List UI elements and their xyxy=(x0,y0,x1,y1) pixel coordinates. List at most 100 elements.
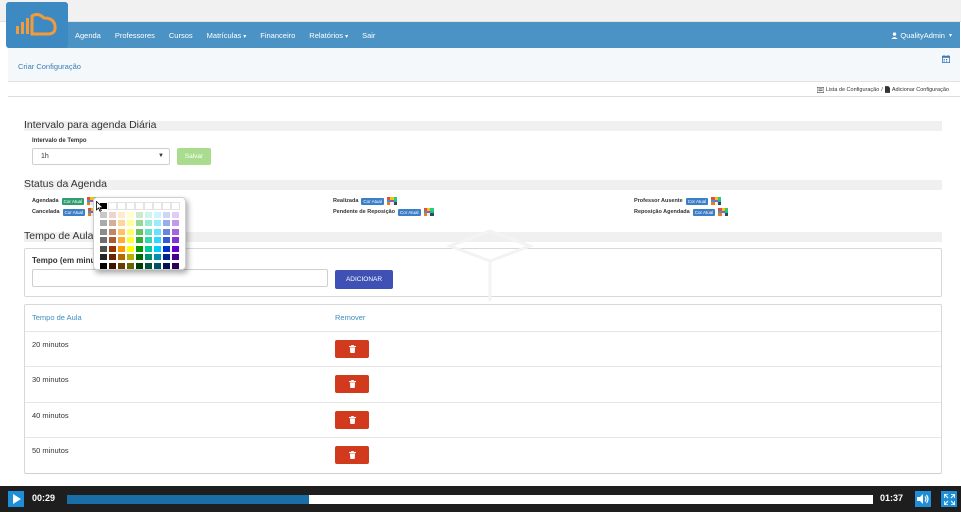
color-swatch[interactable] xyxy=(136,237,143,243)
color-swatch[interactable] xyxy=(100,262,107,269)
color-swatch[interactable] xyxy=(172,237,179,243)
color-swatch[interactable] xyxy=(172,262,179,269)
remove-button[interactable] xyxy=(335,340,369,358)
calendar-icon[interactable] xyxy=(942,55,950,65)
color-swatch[interactable] xyxy=(145,211,152,218)
color-swatch[interactable] xyxy=(127,220,134,226)
nav-item-financeiro[interactable]: Financeiro xyxy=(260,31,295,40)
color-swatch[interactable] xyxy=(136,262,143,269)
remove-button[interactable] xyxy=(335,411,369,429)
color-swatch[interactable] xyxy=(109,262,116,269)
color-swatch[interactable] xyxy=(127,262,134,269)
color-swatch[interactable] xyxy=(145,254,152,260)
color-swatch[interactable] xyxy=(118,220,125,226)
save-button[interactable]: Salvar xyxy=(177,148,211,165)
palette-icon[interactable] xyxy=(386,197,397,205)
color-swatch[interactable] xyxy=(136,245,143,252)
play-button[interactable] xyxy=(8,491,24,507)
fullscreen-button[interactable] xyxy=(941,491,957,507)
color-swatch[interactable] xyxy=(144,202,153,210)
color-swatch[interactable] xyxy=(100,211,107,218)
color-swatch[interactable] xyxy=(118,254,125,260)
user-menu[interactable]: QualityAdmin ▾ xyxy=(891,22,952,48)
color-swatch[interactable] xyxy=(118,245,125,252)
color-swatch[interactable] xyxy=(109,245,116,252)
nav-item-relatorios[interactable]: Relatórios ▾ xyxy=(309,31,348,40)
color-swatch[interactable] xyxy=(136,254,143,260)
color-swatch[interactable] xyxy=(163,211,170,218)
color-swatch[interactable] xyxy=(163,237,170,243)
brand-logo[interactable] xyxy=(6,2,68,48)
color-swatch[interactable] xyxy=(117,202,126,210)
color-swatch[interactable] xyxy=(135,202,144,210)
color-swatch[interactable] xyxy=(145,237,152,243)
color-swatch[interactable] xyxy=(163,254,170,260)
color-swatch[interactable] xyxy=(162,202,171,210)
color-swatch[interactable] xyxy=(127,254,134,260)
nav-item-agenda[interactable]: Agenda xyxy=(75,31,101,40)
color-swatch[interactable] xyxy=(126,202,135,210)
color-swatch[interactable] xyxy=(154,220,161,226)
color-swatch[interactable] xyxy=(163,228,170,235)
seek-bar[interactable] xyxy=(67,495,873,504)
intervalo-select[interactable]: 1h ▼ xyxy=(32,148,170,165)
nav-item-matriculas[interactable]: Matrículas ▾ xyxy=(207,31,247,40)
breadcrumb-list-link[interactable]: Lista de Configuração xyxy=(826,87,880,93)
color-swatch[interactable] xyxy=(127,211,134,218)
nav-item-cursos[interactable]: Cursos xyxy=(169,31,193,40)
color-swatch[interactable] xyxy=(127,245,134,252)
remove-button[interactable] xyxy=(335,375,369,393)
breadcrumb-add-link[interactable]: Adicionar Configuração xyxy=(892,87,949,93)
color-swatch[interactable] xyxy=(109,254,116,260)
nav-item-sair[interactable]: Sair xyxy=(362,31,375,40)
color-swatch[interactable] xyxy=(118,211,125,218)
add-button[interactable]: ADICIONAR xyxy=(335,270,393,289)
color-swatch[interactable] xyxy=(109,220,116,226)
palette-icon[interactable] xyxy=(711,197,722,205)
color-swatch[interactable] xyxy=(118,262,125,269)
color-swatch[interactable] xyxy=(100,220,107,226)
color-swatch[interactable] xyxy=(145,245,152,252)
palette-icon[interactable] xyxy=(423,208,434,216)
color-swatch[interactable] xyxy=(109,228,116,235)
palette-icon[interactable] xyxy=(718,208,729,216)
color-swatch[interactable] xyxy=(145,262,152,269)
color-swatch[interactable] xyxy=(136,211,143,218)
color-swatch[interactable] xyxy=(145,228,152,235)
color-swatch[interactable] xyxy=(172,254,179,260)
color-swatch[interactable] xyxy=(127,237,134,243)
color-swatch[interactable] xyxy=(154,262,161,269)
color-swatch[interactable] xyxy=(172,220,179,226)
color-swatch[interactable] xyxy=(172,228,179,235)
color-swatch[interactable] xyxy=(100,245,107,252)
color-swatch[interactable] xyxy=(153,202,162,210)
color-swatch[interactable] xyxy=(136,228,143,235)
color-swatch[interactable] xyxy=(154,254,161,260)
color-swatch[interactable] xyxy=(154,211,161,218)
color-swatch[interactable] xyxy=(100,228,107,235)
nav-item-professores[interactable]: Professores xyxy=(115,31,155,40)
color-swatch[interactable] xyxy=(171,202,180,210)
color-swatch[interactable] xyxy=(163,262,170,269)
color-swatch[interactable] xyxy=(109,211,116,218)
color-swatch[interactable] xyxy=(163,220,170,226)
color-swatch[interactable] xyxy=(154,245,161,252)
tempo-input[interactable] xyxy=(32,269,328,287)
color-swatch[interactable] xyxy=(118,228,125,235)
color-swatch[interactable] xyxy=(172,245,179,252)
color-swatch[interactable] xyxy=(100,254,107,260)
volume-button[interactable] xyxy=(915,491,931,507)
color-swatch[interactable] xyxy=(109,237,116,243)
color-swatch[interactable] xyxy=(108,202,117,210)
color-swatch[interactable] xyxy=(163,245,170,252)
color-swatch[interactable] xyxy=(145,220,152,226)
color-swatch[interactable] xyxy=(118,237,125,243)
color-swatch[interactable] xyxy=(136,220,143,226)
page-subheader: Criar Configuração xyxy=(8,48,960,82)
color-swatch[interactable] xyxy=(154,228,161,235)
color-swatch[interactable] xyxy=(154,237,161,243)
color-swatch[interactable] xyxy=(127,228,134,235)
remove-button[interactable] xyxy=(335,446,369,464)
color-swatch[interactable] xyxy=(172,211,179,218)
color-swatch[interactable] xyxy=(100,237,107,243)
